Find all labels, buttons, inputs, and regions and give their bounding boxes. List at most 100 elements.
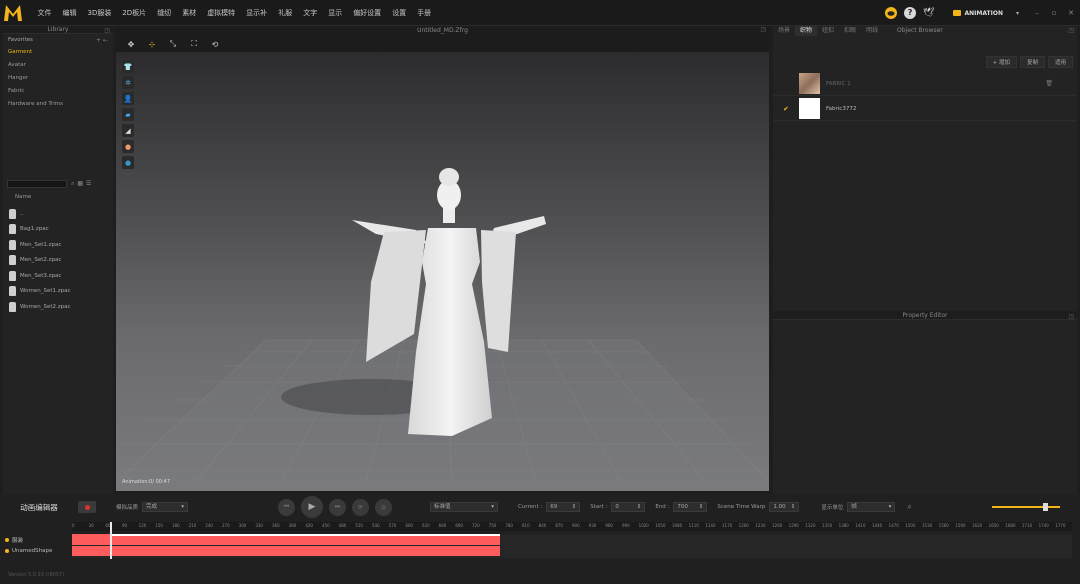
close-icon[interactable]: ✕ <box>1066 9 1076 17</box>
fabric-icon[interactable]: ◢ <box>122 124 134 137</box>
3d-scene[interactable]: 👕 ✲ 👤 ▰ ◢ ● ● Animation:0/ 00:47 <box>116 52 769 491</box>
cloud-icon[interactable] <box>885 7 898 19</box>
library-category[interactable]: Fabric <box>3 85 113 98</box>
texture-icon[interactable]: ▰ <box>122 108 134 121</box>
menu-item[interactable]: 文字 <box>298 0 323 26</box>
library-file[interactable]: .. <box>9 206 71 222</box>
object-browser-tab[interactable]: 明线 <box>861 26 883 36</box>
menu-item[interactable]: 手册 <box>412 0 437 26</box>
timeline-ruler[interactable]: 0 30 60 90 120 150 180 210 240 270 300 330 360 390 420… <box>72 522 1072 531</box>
library-file[interactable]: Women_Set2.zpac <box>9 299 71 315</box>
timeline-tick: 960 <box>605 523 613 528</box>
library-file[interactable]: Women_Set1.zpac <box>9 284 71 300</box>
library-file[interactable]: Bag1.zpac <box>9 222 71 238</box>
library-category[interactable]: Garment <box>3 46 113 59</box>
fabric-row[interactable]: FABRIC 1 🗑 <box>773 72 1077 96</box>
avatar-icon[interactable]: 👤 <box>122 92 134 105</box>
timeline-zoom-slider[interactable] <box>992 506 1060 508</box>
list-view-icon[interactable]: ☰ <box>86 180 91 188</box>
timeline-tick: 750 <box>488 523 497 528</box>
library-file[interactable]: Men_Set1.zpac <box>9 237 71 253</box>
timeline-tick: 930 <box>588 523 597 528</box>
menu-item[interactable]: 2D板片 <box>117 0 152 26</box>
add-favorite-icon[interactable]: + ⇠ <box>96 37 108 44</box>
track-label[interactable]: UnamedShape <box>5 548 52 554</box>
menu-item[interactable]: 显示 <box>323 0 348 26</box>
copy-fabric-button[interactable]: 复制 <box>1019 56 1045 68</box>
add-point-tool-icon[interactable]: ⊹ <box>146 39 158 49</box>
menu-item[interactable]: 缝纫 <box>152 0 177 26</box>
bird-icon[interactable]: 🕊 <box>923 8 934 18</box>
apply-fabric-button[interactable]: 适用 <box>1047 56 1073 68</box>
menu-item[interactable]: 虚拟模特 <box>202 0 241 26</box>
zoom-slider-handle[interactable] <box>1043 503 1048 511</box>
library-category[interactable]: Hanger <box>3 72 113 85</box>
mode-switch[interactable]: ANIMATION ▾ <box>947 7 1025 19</box>
select-tool-icon[interactable]: ✥ <box>125 39 137 49</box>
menu-item[interactable]: 3D服装 <box>82 0 117 26</box>
transform-tool-icon[interactable]: ⛶ <box>188 39 200 49</box>
panel-dock-icon[interactable]: ◳ <box>760 26 766 33</box>
object-browser-tab[interactable]: 扣眼 <box>839 26 861 36</box>
minimize-icon[interactable]: – <box>1032 9 1042 17</box>
menu-item[interactable]: 文件 <box>32 0 57 26</box>
library-search-input[interactable] <box>7 180 67 188</box>
record-icon[interactable] <box>78 501 96 513</box>
help-icon[interactable]: ? <box>904 7 917 19</box>
search-icon[interactable]: ⌕ <box>71 180 74 188</box>
timeline-tick: 120 <box>138 523 147 528</box>
add-fabric-button[interactable]: + 增加 <box>985 56 1017 68</box>
library-category[interactable]: Avatar <box>3 59 113 72</box>
restore-icon[interactable]: ▫ <box>1049 9 1059 17</box>
name-column-header[interactable]: Name <box>7 192 109 202</box>
object-browser-tab[interactable]: 场景 <box>773 26 795 36</box>
avatar-side-toolbar: 👕 ✲ 👤 ▰ ◢ ● ● <box>122 60 134 169</box>
fold-tool-icon[interactable]: ⟲ <box>209 39 221 49</box>
panel-dock-icon[interactable]: ◳ <box>104 27 110 34</box>
library-categories: Garment Avatar Hanger Fabric Hardware and Tr… <box>3 46 113 111</box>
edit-curve-tool-icon[interactable]: ⤡ <box>167 39 179 49</box>
menu-item[interactable]: 编辑 <box>57 0 82 26</box>
object-browser-tab[interactable]: 织物 <box>795 26 818 36</box>
sphere-icon[interactable]: ● <box>122 156 134 169</box>
track-label[interactable]: 服装 <box>5 536 23 544</box>
library-category[interactable]: Hardware and Trims <box>3 98 113 111</box>
library-file[interactable]: Men_Set2.zpac <box>9 253 71 269</box>
menu-item[interactable]: 偏好设置 <box>348 0 387 26</box>
garment-file-icon <box>9 270 16 281</box>
menu-item[interactable]: 素材 <box>177 0 202 26</box>
menu-item[interactable]: 显示补 <box>241 0 273 26</box>
stop-icon[interactable]: ◎ <box>375 498 393 516</box>
library-file[interactable]: Men_Set3.zpac <box>9 268 71 284</box>
time-warp-input[interactable]: 1.00 ⇕ <box>769 502 800 512</box>
gear-icon[interactable]: ✲ <box>122 76 134 89</box>
object-browser-tab[interactable]: 纽扣 <box>817 26 839 36</box>
start-frame-input[interactable]: 0 ⇕ <box>611 502 646 512</box>
zoom-icon[interactable]: ⌕ <box>907 502 911 512</box>
delete-icon[interactable]: 🗑 <box>1045 80 1053 87</box>
play-icon[interactable]: ▶ <box>301 496 324 518</box>
object-browser-panel: 场景 织物 纽扣 扣眼 明线 Object Browser ◳ + 增加 复制 适用 F… <box>773 26 1077 311</box>
grid-view-icon[interactable]: ▦ <box>77 180 83 188</box>
display-unit-select[interactable]: 帧 ▾ <box>847 502 896 512</box>
end-frame-input[interactable]: 700 ⇕ <box>673 502 708 512</box>
step-forward-icon[interactable]: ⏭ <box>329 498 347 516</box>
garment-icon[interactable]: 👕 <box>122 60 134 73</box>
shape-track-bar[interactable] <box>72 546 500 556</box>
file-name: Men_Set2.zpac <box>20 257 62 264</box>
quality-select[interactable]: 完成 ▾ <box>142 502 189 512</box>
skin-icon[interactable]: ● <box>122 140 134 153</box>
rewind-icon[interactable]: ⏮ <box>278 498 296 516</box>
timeline-tick: 810 <box>522 523 530 528</box>
speed-select[interactable]: 标准值 ▾ <box>430 502 499 512</box>
panel-dock-icon[interactable]: ◳ <box>1068 313 1074 320</box>
fabric-row[interactable]: ✔ Fabric3772 <box>773 97 1077 121</box>
menu-item[interactable]: 设置 <box>387 0 412 26</box>
playhead[interactable] <box>110 522 112 559</box>
current-frame-input[interactable]: 69 ⇕ <box>546 502 581 512</box>
library-panel: Library ◳ Favorites + ⇠ Garment Avatar Han… <box>3 26 113 494</box>
garment-track-bar[interactable] <box>72 534 500 545</box>
panel-dock-icon[interactable]: ◳ <box>1068 27 1074 34</box>
menu-item[interactable]: 礼服 <box>273 0 298 26</box>
loop-icon[interactable]: ⟳ <box>352 498 370 516</box>
